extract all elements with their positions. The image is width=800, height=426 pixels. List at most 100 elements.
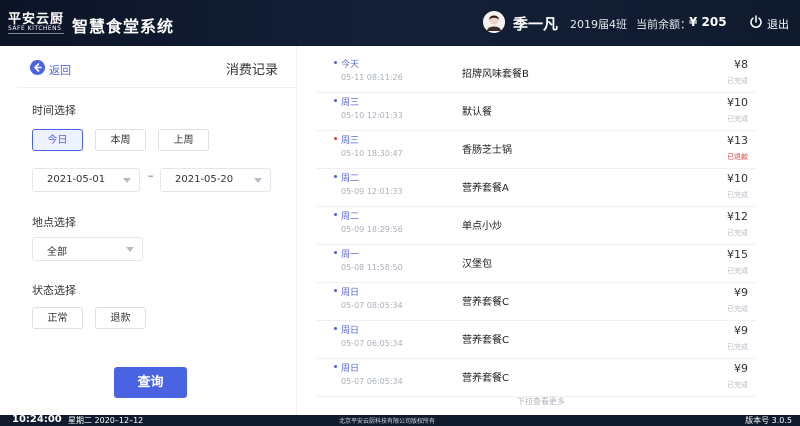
record-datetime: 05-11 08:11:26 — [341, 73, 403, 82]
top-header: 平安云厨 SAFE KITCHENS 智慧食堂系统 季一凡 2019届4班 当前… — [0, 0, 800, 46]
record-dot — [334, 251, 337, 254]
chevron-down-icon — [254, 178, 262, 183]
record-day: 周三 — [341, 136, 360, 146]
record-status: 已完成 — [727, 229, 748, 237]
time-this-week-button[interactable]: 本周 — [95, 129, 146, 151]
location-filter-label: 地点选择 — [32, 216, 76, 229]
brand-logo: 平安云厨 SAFE KITCHENS — [8, 8, 64, 38]
logo-underline — [8, 33, 64, 34]
record-datetime: 05-09 18:29:56 — [341, 225, 403, 234]
list-item[interactable]: 周二 05-09 18:29:56 单点小炒 ¥12 已完成 — [316, 206, 756, 245]
record-dot — [334, 61, 337, 64]
records-list[interactable]: 今天 05-11 08:11:26 招牌风味套餐B ¥8 已完成 周三 05-1… — [298, 46, 768, 415]
list-item[interactable]: 周三 05-10 12:01:33 默认餐 ¥10 已完成 — [316, 92, 756, 131]
record-day: 周二 — [341, 174, 360, 184]
chevron-down-icon — [123, 178, 131, 183]
record-datetime: 05-07 06:05:34 — [341, 339, 403, 348]
chevron-down-icon — [126, 247, 134, 252]
start-date-select[interactable]: 2021-05-01 — [32, 168, 140, 192]
record-item: 营养套餐A — [462, 183, 509, 194]
record-status: 已完成 — [727, 343, 748, 351]
record-dot — [334, 289, 337, 292]
record-amount: ¥9 — [734, 362, 748, 375]
record-day: 周日 — [341, 364, 360, 374]
footer-version: 版本号 3.0.5 — [745, 416, 792, 425]
record-datetime: 05-10 18:30:47 — [341, 149, 403, 158]
record-dot — [334, 99, 337, 102]
list-item[interactable]: 周日 05-07 06:05:34 营养套餐C ¥9 已完成 — [316, 320, 756, 359]
user-class: 2019届4班 — [570, 18, 627, 31]
status-filter-label: 状态选择 — [32, 284, 76, 297]
logout-label: 退出 — [767, 18, 789, 31]
record-datetime: 05-08 11:58:50 — [341, 263, 403, 272]
record-item: 营养套餐C — [462, 373, 509, 384]
record-day: 周日 — [341, 288, 360, 298]
record-status: 已完成 — [727, 267, 748, 275]
list-item[interactable]: 周三 05-10 18:30:47 香肠芝士锅 ¥13 已退款 — [316, 130, 756, 169]
record-item: 营养套餐C — [462, 335, 509, 346]
logo-english: SAFE KITCHENS — [8, 25, 62, 32]
record-status: 已完成 — [727, 77, 748, 85]
record-datetime: 05-10 12:01:33 — [341, 111, 403, 120]
end-date-select[interactable]: 2021-05-20 — [160, 168, 271, 192]
record-amount: ¥12 — [727, 210, 748, 223]
user-avatar[interactable] — [483, 11, 505, 33]
user-name: 季一凡 — [513, 15, 559, 33]
record-day: 周一 — [341, 250, 360, 260]
record-status: 已完成 — [727, 381, 748, 389]
end-date-value: 2021-05-20 — [175, 174, 234, 185]
location-select[interactable]: 全部 — [32, 237, 143, 261]
page-title: 消费记录 — [226, 63, 279, 78]
time-today-button[interactable]: 今日 — [32, 129, 83, 151]
list-item[interactable]: 周一 05-08 11:58:50 汉堡包 ¥15 已完成 — [316, 244, 756, 283]
balance-value: ¥ 205 — [689, 15, 727, 29]
record-dot — [334, 213, 337, 216]
query-button[interactable]: 查询 — [114, 367, 187, 398]
record-status: 已完成 — [727, 191, 748, 199]
footer-time: 10:24:00 — [12, 414, 62, 425]
record-day: 今天 — [341, 60, 360, 70]
record-status: 已完成 — [727, 115, 748, 123]
record-amount: ¥10 — [727, 172, 748, 185]
record-amount: ¥13 — [727, 134, 748, 147]
footer-copyright: 北京平安云厨科技有限公司版权所有 — [339, 418, 436, 425]
back-arrow-icon — [30, 60, 45, 75]
date-range-separator: – — [148, 169, 154, 182]
record-item: 默认餐 — [462, 107, 492, 118]
record-item: 招牌风味套餐B — [462, 69, 529, 80]
record-day: 周日 — [341, 326, 360, 336]
record-item: 香肠芝士锅 — [462, 145, 512, 156]
record-status: 已完成 — [727, 305, 748, 313]
divider — [17, 87, 296, 88]
record-day: 周二 — [341, 212, 360, 222]
list-item[interactable]: 周二 05-09 12:01:33 营养套餐A ¥10 已完成 — [316, 168, 756, 207]
load-more-hint[interactable]: 下拉查看更多 — [517, 396, 565, 407]
record-item: 汉堡包 — [462, 259, 492, 270]
time-filter-label: 时间选择 — [32, 104, 76, 117]
record-datetime: 05-07 06:05:34 — [341, 377, 403, 386]
record-dot — [334, 365, 337, 368]
list-item[interactable]: 周日 05-07 06:05:34 营养套餐C ¥9 已完成 — [316, 358, 756, 397]
power-icon — [750, 15, 762, 28]
record-day: 周三 — [341, 98, 360, 108]
back-label: 返回 — [49, 64, 71, 77]
footer-date: 星期二 2020–12–12 — [68, 416, 144, 425]
record-status: 已退款 — [727, 153, 748, 161]
record-dot — [334, 137, 337, 140]
list-item[interactable]: 周日 05-07 08:05:34 营养套餐C ¥9 已完成 — [316, 282, 756, 321]
app-title: 智慧食堂系统 — [72, 17, 175, 36]
list-item[interactable]: 今天 05-11 08:11:26 招牌风味套餐B ¥8 已完成 — [316, 54, 756, 93]
record-dot — [334, 175, 337, 178]
balance-label: 当前余额： — [636, 18, 691, 31]
time-last-week-button[interactable]: 上周 — [158, 129, 209, 151]
record-dot — [334, 327, 337, 330]
filter-panel: 返回 消费记录 时间选择 今日 本周 上周 2021-05-01 – 2021-… — [17, 46, 297, 415]
record-amount: ¥9 — [734, 324, 748, 337]
status-normal-button[interactable]: 正常 — [32, 307, 83, 329]
record-amount: ¥10 — [727, 96, 748, 109]
record-datetime: 05-07 08:05:34 — [341, 301, 403, 310]
start-date-value: 2021-05-01 — [47, 174, 106, 185]
record-datetime: 05-09 12:01:33 — [341, 187, 403, 196]
status-refund-button[interactable]: 退款 — [95, 307, 146, 329]
record-item: 营养套餐C — [462, 297, 509, 308]
